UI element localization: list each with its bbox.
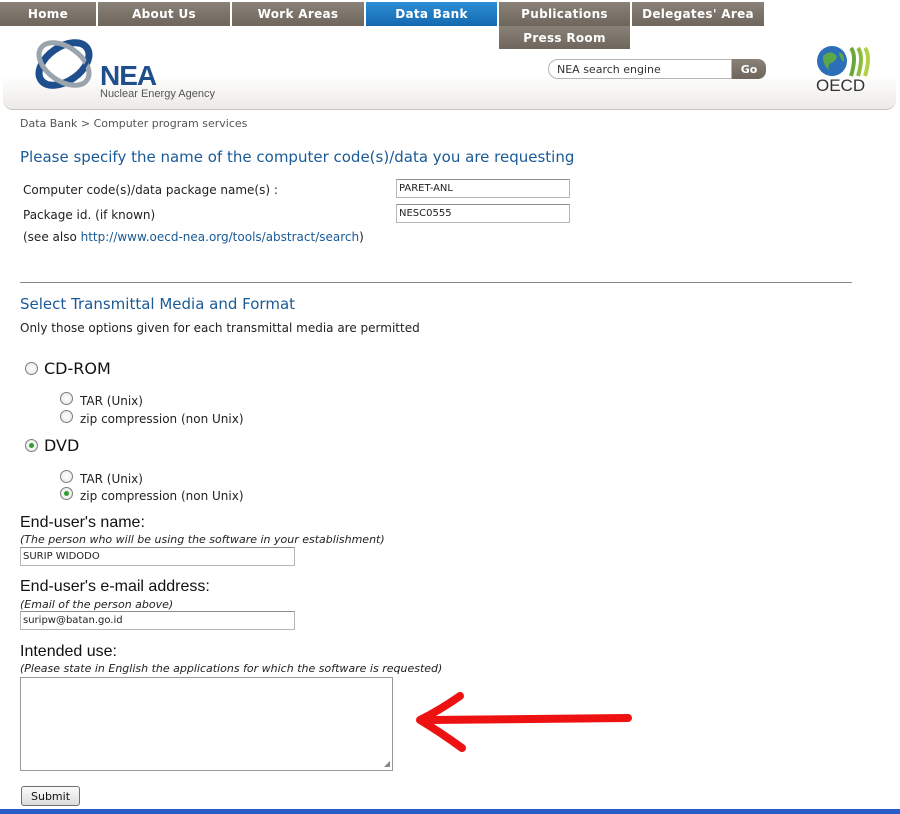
nav-tab-home[interactable]: Home bbox=[0, 2, 97, 26]
see-also-prefix: (see also bbox=[23, 230, 81, 244]
nea-logo-icon[interactable] bbox=[30, 34, 102, 100]
abstract-search-link[interactable]: http://www.oecd-nea.org/tools/abstract/s… bbox=[81, 230, 360, 244]
intended-use-hint: (Please state in English the application… bbox=[20, 662, 443, 675]
section-title-transmittal: Select Transmittal Media and Format bbox=[20, 295, 296, 313]
dvd-label: DVD bbox=[44, 436, 80, 455]
search-go-button[interactable]: Go bbox=[732, 59, 766, 79]
cdrom-zip-radio[interactable] bbox=[60, 410, 73, 423]
dvd-tar-label: TAR (Unix) bbox=[80, 472, 143, 486]
enduser-name-hint: (The person who will be using the softwa… bbox=[20, 533, 385, 546]
resize-grip-icon[interactable]: ◢ bbox=[384, 759, 390, 768]
dvd-zip-label: zip compression (non Unix) bbox=[80, 489, 244, 503]
enduser-email-title: End-user's e-mail address: bbox=[20, 578, 210, 595]
enduser-email-hint: (Email of the person above) bbox=[20, 598, 174, 611]
package-id-input[interactable] bbox=[396, 204, 570, 223]
enduser-name-input[interactable] bbox=[20, 547, 295, 566]
code-name-label: Computer code(s)/data package name(s) : bbox=[23, 183, 278, 197]
taskbar-edge bbox=[0, 809, 900, 814]
section-title-code-request: Please specify the name of the computer … bbox=[20, 148, 575, 166]
cdrom-tar-radio[interactable] bbox=[60, 392, 73, 405]
cdrom-zip-label: zip compression (non Unix) bbox=[80, 412, 244, 426]
red-arrow-annotation bbox=[410, 690, 638, 764]
intended-use-textarea[interactable]: ◢ bbox=[20, 677, 393, 771]
dvd-radio[interactable] bbox=[25, 439, 38, 452]
nea-logo-subtext: Nuclear Energy Agency bbox=[100, 88, 215, 100]
enduser-email-input[interactable] bbox=[20, 611, 295, 630]
see-also-line: (see also http://www.oecd-nea.org/tools/… bbox=[23, 230, 364, 244]
nav-tab-publications[interactable]: Publications bbox=[499, 2, 631, 26]
nav-tab-delegates-area[interactable]: Delegates' Area bbox=[632, 2, 765, 26]
nav-tab-press-room[interactable]: Press Room bbox=[499, 26, 631, 49]
nav-tab-about-us[interactable]: About Us bbox=[98, 2, 231, 26]
enduser-name-title: End-user's name: bbox=[20, 514, 145, 531]
package-id-label: Package id. (if known) bbox=[23, 208, 156, 222]
oecd-logo-text: OECD bbox=[816, 76, 866, 95]
section-divider bbox=[20, 282, 852, 283]
top-navigation: Home About Us Work Areas Data Bank Publi… bbox=[0, 0, 900, 28]
search-input[interactable] bbox=[548, 59, 732, 79]
code-name-input[interactable] bbox=[396, 179, 570, 198]
breadcrumb: Data Bank > Computer program services bbox=[20, 117, 248, 130]
cdrom-label: CD-ROM bbox=[44, 359, 111, 378]
dvd-tar-radio[interactable] bbox=[60, 470, 73, 483]
cdrom-radio[interactable] bbox=[25, 362, 38, 375]
nav-tab-work-areas[interactable]: Work Areas bbox=[232, 2, 365, 26]
nav-tab-data-bank[interactable]: Data Bank bbox=[366, 2, 498, 26]
dvd-zip-radio[interactable] bbox=[60, 487, 73, 500]
transmittal-subtitle: Only those options given for each transm… bbox=[20, 321, 420, 335]
cdrom-tar-label: TAR (Unix) bbox=[80, 394, 143, 408]
submit-button[interactable]: Submit bbox=[21, 786, 80, 806]
intended-use-title: Intended use: bbox=[20, 643, 117, 660]
see-also-suffix: ) bbox=[359, 230, 364, 244]
